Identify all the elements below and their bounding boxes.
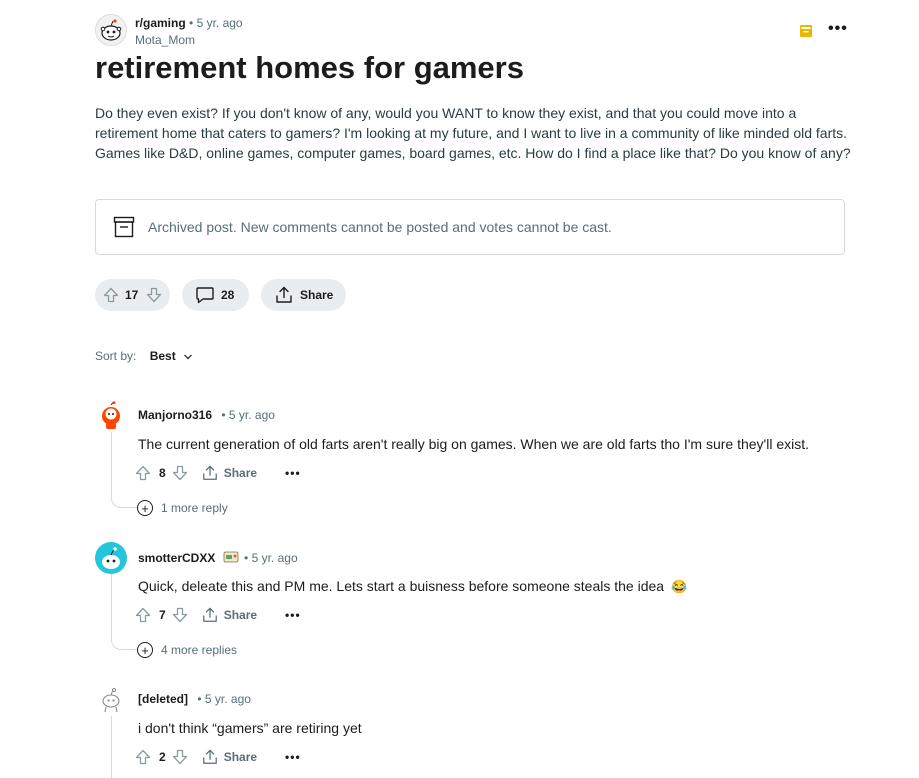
comment-share-button[interactable]: Share xyxy=(202,607,257,623)
snoo-avatar-icon xyxy=(102,547,120,569)
comment-meta: smotterCDXX • 5 yr. ago xyxy=(138,550,298,565)
archived-notice-text: Archived post. New comments cannot be po… xyxy=(148,219,612,235)
laughing-emoji-icon: 😂 xyxy=(670,579,688,594)
comment-time: • 5 yr. ago xyxy=(244,551,298,565)
vote-count: 7 xyxy=(159,608,166,622)
share-label: Share xyxy=(300,288,334,302)
share-icon xyxy=(276,286,292,303)
deleted-user-snoo-icon xyxy=(102,688,120,713)
comment-more-button[interactable]: ••• xyxy=(285,608,301,622)
archive-badge-icon xyxy=(800,25,812,37)
avatar[interactable] xyxy=(95,400,127,432)
post-meta: r/gaming • 5 yr. ago xyxy=(135,16,243,30)
more-replies-label: 1 more reply xyxy=(161,501,228,515)
post-time: 5 yr. ago xyxy=(196,16,243,30)
share-button[interactable]: Share xyxy=(261,279,346,311)
user-flair-icon xyxy=(223,551,239,563)
comment-share-button[interactable]: Share xyxy=(202,465,257,481)
upvote-icon[interactable] xyxy=(135,465,151,481)
comment-count: 28 xyxy=(221,288,235,302)
thread-line xyxy=(111,432,112,498)
snoo-avatar-icon xyxy=(102,401,120,429)
comment-author: [deleted] xyxy=(138,692,189,706)
subreddit-avatar[interactable] xyxy=(95,14,127,46)
comment-actions: 2 Share ••• xyxy=(135,747,301,767)
more-replies-button[interactable]: + 1 more reply xyxy=(137,500,228,516)
vote-count: 8 xyxy=(159,466,166,480)
share-icon xyxy=(202,749,217,764)
sort-label: Sort by: xyxy=(95,349,137,363)
vote-count: 17 xyxy=(125,288,139,302)
thread-line xyxy=(111,574,112,640)
downvote-icon[interactable] xyxy=(172,465,188,481)
comment-actions: 7 Share ••• xyxy=(135,605,301,625)
vote-control: 17 xyxy=(95,279,170,311)
thread-connector xyxy=(111,498,137,508)
more-replies-button[interactable]: + 4 more replies xyxy=(137,642,237,658)
meta-separator: • xyxy=(189,16,194,30)
upvote-icon[interactable] xyxy=(135,607,151,623)
vote-count: 2 xyxy=(159,750,166,764)
comment-author[interactable]: smotterCDXX xyxy=(138,551,215,565)
chevron-down-icon xyxy=(184,354,192,360)
upvote-icon[interactable] xyxy=(103,287,119,303)
post-more-options-button[interactable]: ••• xyxy=(828,20,848,38)
comment-author[interactable]: Manjorno316 xyxy=(138,408,212,422)
post-title: retirement homes for gamers xyxy=(95,50,524,85)
comments-button[interactable]: 28 xyxy=(182,279,249,311)
comment-body: i don't think “gamers” are retiring yet xyxy=(138,720,362,736)
comment-time: • 5 yr. ago xyxy=(197,692,251,706)
share-label: Share xyxy=(223,466,258,480)
thread-line xyxy=(111,716,112,778)
more-horizontal-icon: ••• xyxy=(828,20,848,37)
comment-text: Quick, deleate this and PM me. Lets star… xyxy=(138,578,665,594)
avatar[interactable] xyxy=(95,684,127,716)
subreddit-link[interactable]: r/gaming xyxy=(135,16,186,30)
comment-meta: Manjorno316 • 5 yr. ago xyxy=(138,408,275,422)
comment-share-button[interactable]: Share xyxy=(202,749,257,765)
comment-meta: [deleted] • 5 yr. ago xyxy=(138,692,251,706)
downvote-icon[interactable] xyxy=(146,287,162,303)
comment-icon xyxy=(196,287,214,304)
thread-connector xyxy=(111,640,137,650)
share-icon xyxy=(202,607,217,622)
archive-icon xyxy=(113,216,135,238)
downvote-icon[interactable] xyxy=(172,749,188,765)
post-body: Do they even exist? If you don't know of… xyxy=(95,105,851,161)
upvote-icon[interactable] xyxy=(135,749,151,765)
post-author[interactable]: Mota_Mom xyxy=(135,33,195,47)
downvote-icon[interactable] xyxy=(172,607,188,623)
comment-time: • 5 yr. ago xyxy=(221,408,275,422)
share-icon xyxy=(202,465,217,480)
comment-more-button[interactable]: ••• xyxy=(285,750,301,764)
sort-control[interactable]: Sort by: Best xyxy=(95,349,193,363)
comment-body: The current generation of old farts aren… xyxy=(138,436,810,452)
comment-actions: 8 Share ••• xyxy=(135,463,301,483)
plus-circle-icon: + xyxy=(137,642,153,658)
share-label: Share xyxy=(223,608,258,622)
plus-circle-icon: + xyxy=(137,500,153,516)
sort-value: Best xyxy=(149,349,176,363)
archived-notice: Archived post. New comments cannot be po… xyxy=(95,199,845,255)
snoo-icon xyxy=(100,19,122,41)
comment-more-button[interactable]: ••• xyxy=(285,466,301,480)
more-replies-label: 4 more replies xyxy=(161,643,238,657)
avatar[interactable] xyxy=(95,542,127,574)
comment-body: Quick, deleate this and PM me. Lets star… xyxy=(138,578,687,595)
share-label: Share xyxy=(223,750,258,764)
